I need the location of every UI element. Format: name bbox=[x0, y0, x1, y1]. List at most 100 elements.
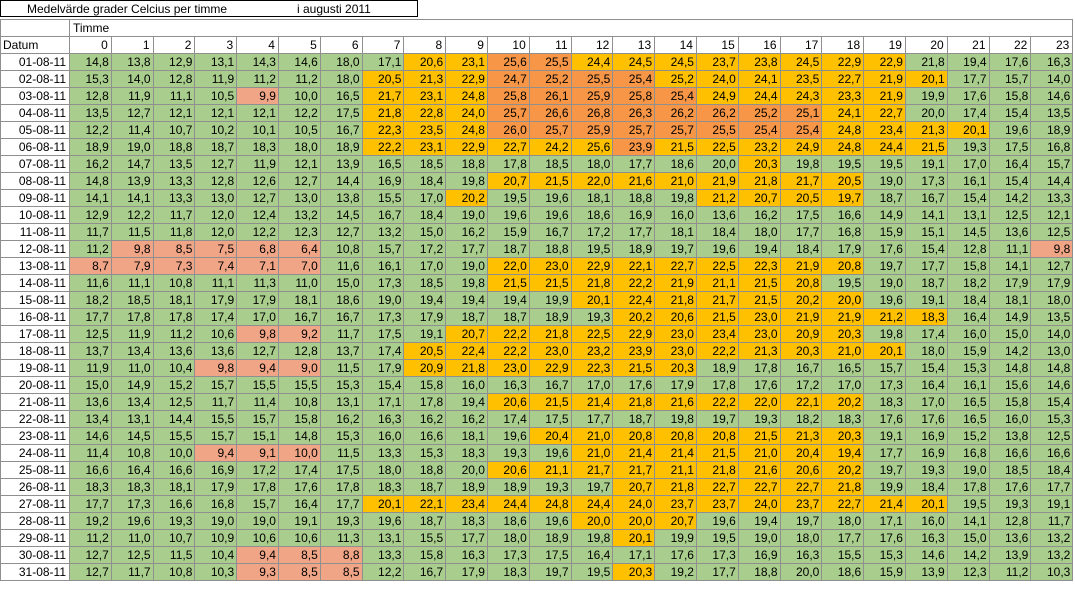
temperature-cell: 16,9 bbox=[194, 461, 238, 479]
temperature-cell: 16,9 bbox=[904, 427, 948, 445]
temperature-cell: 17,2 bbox=[779, 376, 823, 394]
temperature-cell: 17,6 bbox=[863, 240, 906, 258]
temperature-cell: 14,6 bbox=[69, 427, 112, 445]
temperature-cell: 23,7 bbox=[654, 495, 697, 513]
temperature-cell: 25,7 bbox=[612, 121, 656, 139]
temperature-cell: 18,8 bbox=[612, 189, 656, 207]
temperature-cell: 11,7 bbox=[110, 563, 154, 581]
temperature-cell: 17,6 bbox=[988, 53, 1032, 71]
temperature-cell: 23,0 bbox=[654, 325, 697, 343]
hour-header: 15 bbox=[695, 36, 739, 54]
temperature-cell: 10,8 bbox=[152, 274, 196, 292]
temperature-cell: 18,3 bbox=[236, 138, 279, 156]
temperature-cell: 17,5 bbox=[779, 206, 823, 224]
temperature-cell: 17,3 bbox=[904, 172, 948, 190]
temperature-cell: 15,0 bbox=[403, 223, 447, 241]
temperature-cell: 13,2 bbox=[1030, 546, 1074, 564]
temperature-cell: 24,9 bbox=[779, 138, 823, 156]
temperature-cell: 12,1 bbox=[236, 104, 279, 122]
temperature-cell: 25,5 bbox=[528, 53, 572, 71]
temperature-cell: 17,7 bbox=[570, 410, 614, 428]
temperature-cell: 23,7 bbox=[695, 495, 739, 513]
temperature-cell: 14,8 bbox=[1030, 359, 1074, 377]
temperature-cell: 13,5 bbox=[69, 104, 112, 122]
temperature-cell: 21,8 bbox=[904, 53, 948, 71]
temperature-cell: 18,5 bbox=[528, 155, 572, 173]
temperature-cell: 9,2 bbox=[277, 325, 321, 343]
temperature-cell: 14,3 bbox=[236, 53, 279, 71]
temperature-cell: 17,6 bbox=[654, 546, 697, 564]
date-cell: 07-08-11 bbox=[0, 155, 70, 173]
temperature-cell: 24,5 bbox=[779, 53, 823, 71]
temperature-cell: 19,4 bbox=[445, 393, 488, 411]
temperature-cell: 20,8 bbox=[612, 427, 656, 445]
temperature-cell: 14,2 bbox=[988, 189, 1032, 207]
temperature-cell: 8,5 bbox=[319, 563, 363, 581]
table-row: 28-08-11 19,2 19,6 19,3 19,0 19,0 19,1 19,3 19,6… bbox=[0, 512, 1074, 530]
date-cell: 10-08-11 bbox=[0, 206, 70, 224]
temperature-cell: 19,7 bbox=[863, 461, 906, 479]
temperature-cell: 21,7 bbox=[695, 291, 739, 309]
temperature-cell: 15,4 bbox=[1030, 393, 1074, 411]
temperature-cell: 18,6 bbox=[821, 563, 865, 581]
temperature-cell: 12,4 bbox=[236, 206, 279, 224]
temperature-cell: 21,8 bbox=[570, 274, 614, 292]
sheet-title-box: Medelvärde grader Celcius per timme i au… bbox=[0, 0, 418, 17]
temperature-cell: 16,7 bbox=[277, 308, 321, 326]
temperature-cell: 20,5 bbox=[361, 70, 405, 88]
temperature-cell: 15,8 bbox=[403, 546, 447, 564]
temperature-cell: 19,1 bbox=[403, 325, 447, 343]
temperature-cell: 17,5 bbox=[319, 461, 363, 479]
table-row: 27-08-11 17,7 17,3 16,6 16,8 15,7 16,4 17,7 20,1… bbox=[0, 495, 1074, 513]
temperature-cell: 21,5 bbox=[528, 393, 572, 411]
temperature-cell: 13,5 bbox=[1030, 308, 1074, 326]
temperature-cell: 16,1 bbox=[946, 376, 990, 394]
temperature-cell: 11,4 bbox=[69, 444, 112, 462]
temperature-cell: 17,4 bbox=[194, 308, 238, 326]
temperature-cell: 21,5 bbox=[737, 274, 781, 292]
temperature-cell: 13,1 bbox=[319, 393, 363, 411]
temperature-cell: 17,4 bbox=[277, 461, 321, 479]
temperature-cell: 19,8 bbox=[863, 325, 906, 343]
temperature-cell: 17,2 bbox=[570, 223, 614, 241]
temperature-cell: 17,7 bbox=[1030, 478, 1074, 496]
temperature-cell: 19,1 bbox=[904, 291, 948, 309]
temperature-cell: 23,1 bbox=[445, 53, 488, 71]
temperature-cell: 18,0 bbox=[319, 53, 363, 71]
temperature-cell: 8,5 bbox=[152, 240, 196, 258]
table-row: 23-08-11 14,6 14,5 15,5 15,7 15,1 14,8 15,3 16,0… bbox=[0, 427, 1074, 445]
temperature-cell: 18,7 bbox=[904, 274, 948, 292]
temperature-cell: 21,8 bbox=[612, 393, 656, 411]
temperature-cell: 16,9 bbox=[904, 444, 948, 462]
temperature-cell: 26,3 bbox=[612, 104, 656, 122]
temperature-cell: 13,3 bbox=[361, 546, 405, 564]
temperature-cell: 15,9 bbox=[863, 563, 906, 581]
temperature-cell: 21,5 bbox=[528, 172, 572, 190]
temperature-cell: 12,7 bbox=[1030, 257, 1074, 275]
temperature-cell: 19,6 bbox=[486, 427, 530, 445]
temperature-cell: 17,8 bbox=[695, 376, 739, 394]
temperature-cell: 22,4 bbox=[445, 342, 488, 360]
temperature-cell: 22,9 bbox=[821, 53, 865, 71]
temperature-cell: 13,8 bbox=[110, 53, 154, 71]
temperature-cell: 18,0 bbox=[1030, 291, 1074, 309]
temperature-cell: 20,5 bbox=[779, 189, 823, 207]
temperature-cell: 20,0 bbox=[570, 512, 614, 530]
temperature-cell: 11,1 bbox=[152, 87, 196, 105]
temperature-cell: 23,2 bbox=[570, 342, 614, 360]
temperature-cell: 13,3 bbox=[361, 444, 405, 462]
temperature-cell: 20,0 bbox=[904, 104, 948, 122]
temperature-cell: 15,8 bbox=[946, 257, 990, 275]
hour-header: 11 bbox=[528, 36, 572, 54]
temperature-cell: 10,8 bbox=[277, 393, 321, 411]
temperature-cell: 8,8 bbox=[319, 546, 363, 564]
hour-header: 14 bbox=[654, 36, 697, 54]
temperature-cell: 18,4 bbox=[904, 478, 948, 496]
temperature-cell: 19,0 bbox=[737, 529, 781, 547]
temperature-cell: 21,7 bbox=[779, 172, 823, 190]
temperature-cell: 20,1 bbox=[946, 121, 990, 139]
temperature-cell: 22,3 bbox=[570, 359, 614, 377]
temperature-cell: 17,0 bbox=[403, 257, 447, 275]
temperature-cell: 17,6 bbox=[904, 410, 948, 428]
temperature-cell: 24,0 bbox=[737, 495, 781, 513]
